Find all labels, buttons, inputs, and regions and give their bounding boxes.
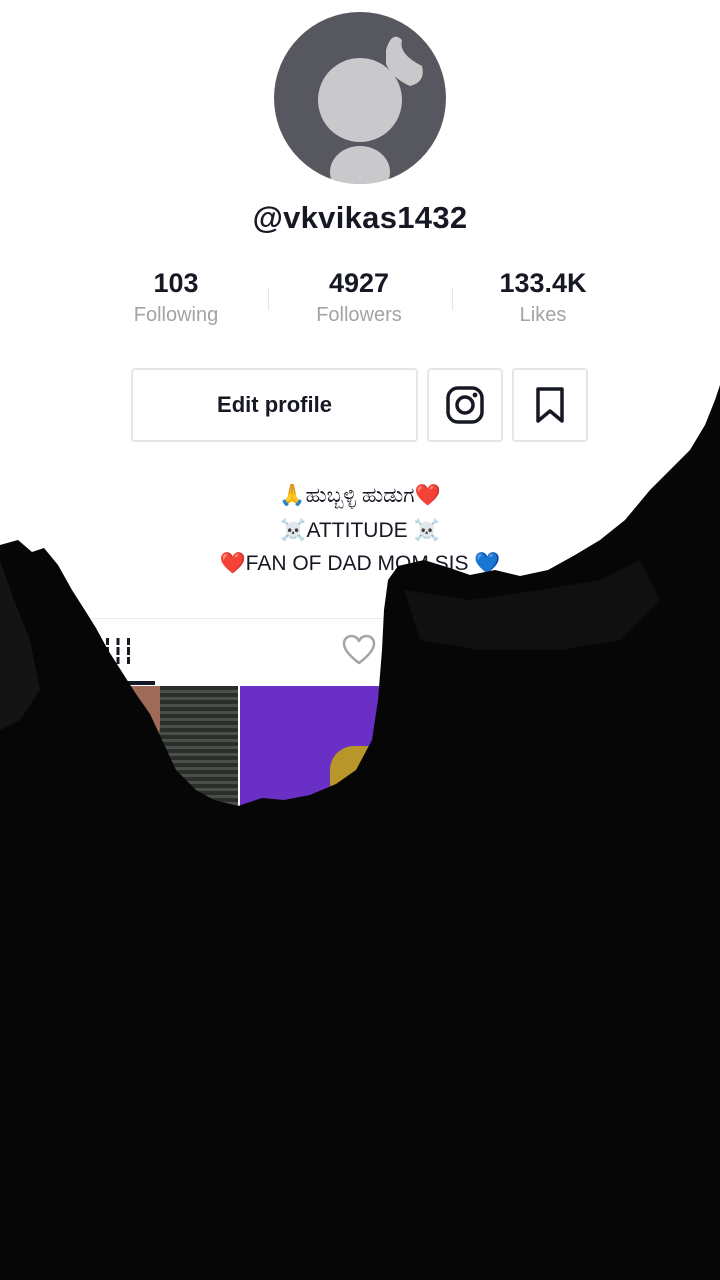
default-avatar-icon	[318, 36, 423, 184]
bio-line-1: 🙏ಹುಬ್ಬಳ್ಳಿ ಹುಡುಗ❤️	[279, 484, 441, 507]
favorites-button[interactable]	[512, 368, 588, 442]
likes-label: Likes	[519, 304, 567, 326]
likes-count: 133.4K	[499, 268, 587, 298]
active-tab-indicator	[80, 681, 155, 685]
bookmark-icon	[536, 387, 564, 423]
followers-label: Followers	[316, 304, 402, 326]
video-thumbnail[interactable]	[0, 686, 238, 812]
followers-count: 4927	[328, 268, 390, 298]
stat-likes[interactable]: 133.4K Likes	[453, 266, 633, 327]
bio-line-3: ❤️FAN OF DAD MOM SIS 💙	[219, 552, 501, 575]
following-label: Following	[133, 304, 219, 326]
instagram-button[interactable]	[427, 368, 503, 442]
grid-icon	[103, 638, 133, 664]
following-count: 103	[153, 268, 199, 298]
edit-profile-button[interactable]: Edit profile	[131, 368, 418, 442]
video-thumbnail[interactable]	[240, 686, 478, 812]
tab-videos[interactable]	[103, 636, 133, 671]
instagram-icon	[446, 386, 484, 424]
bio-line-2: ☠️ATTITUDE ☠️	[280, 519, 440, 542]
heart-icon	[342, 634, 376, 665]
stat-followers[interactable]: 4927 Followers	[269, 266, 449, 327]
tab-liked[interactable]	[342, 634, 376, 671]
profile-avatar[interactable]	[274, 12, 446, 184]
username: @vkvikas1432	[252, 200, 468, 235]
stat-following[interactable]: 103 Following	[86, 266, 266, 327]
